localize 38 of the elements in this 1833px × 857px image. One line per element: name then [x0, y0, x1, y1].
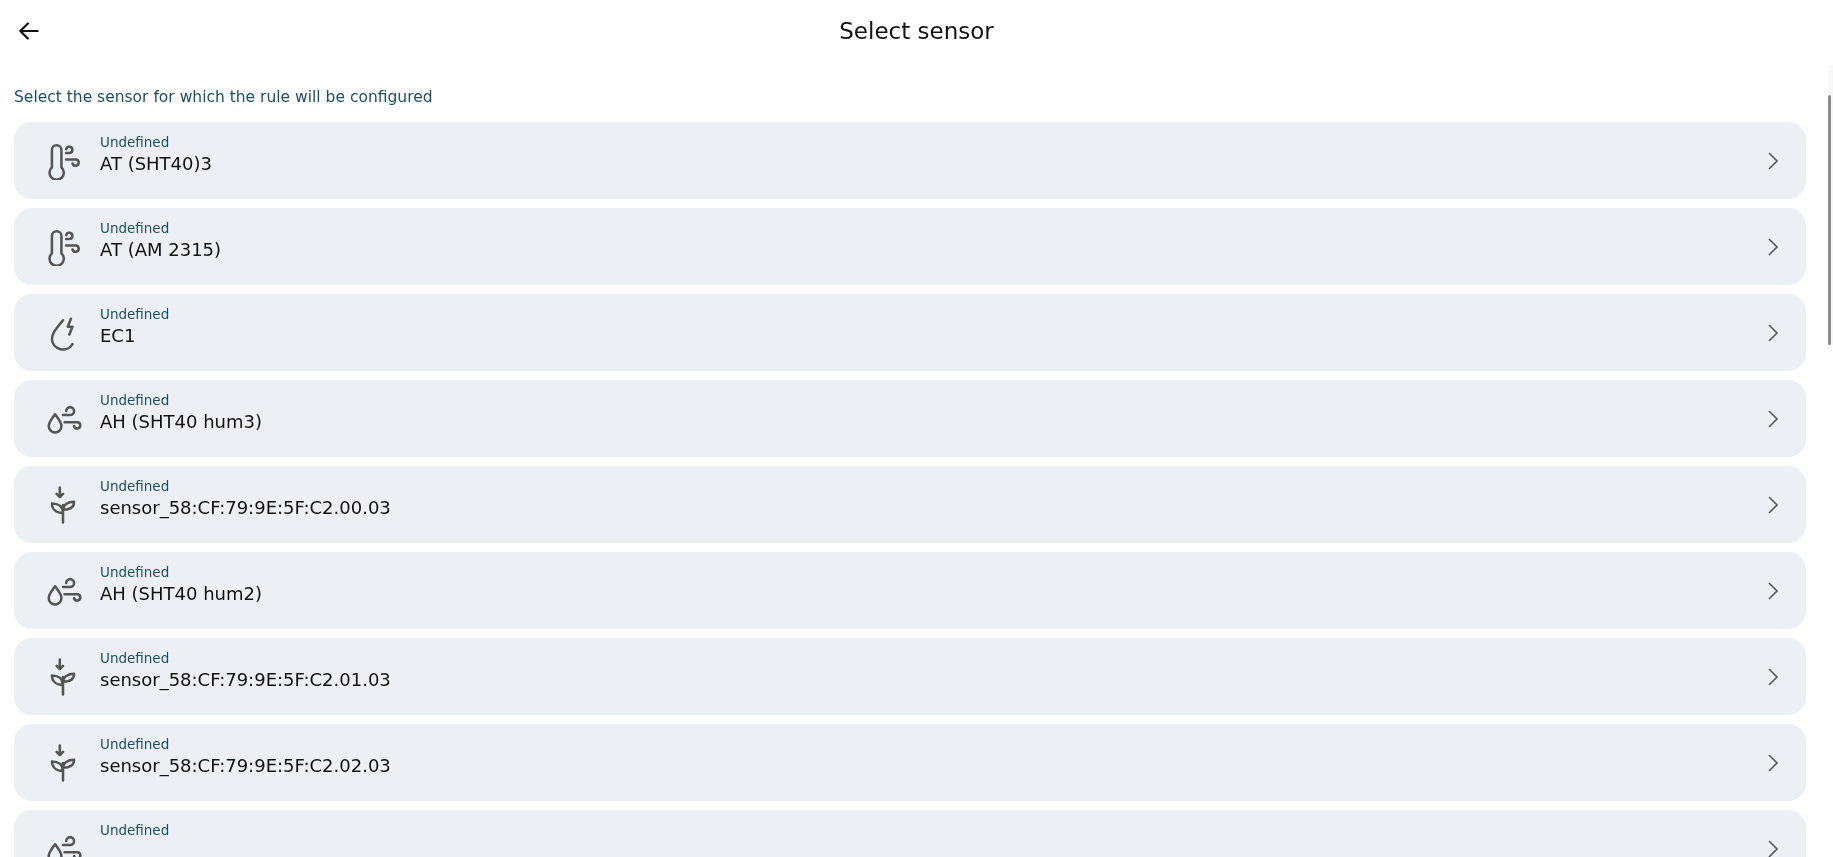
sensor-status: Undefined — [100, 736, 171, 753]
sensor-status: Undefined — [100, 564, 171, 581]
sensor-status: Undefined — [100, 134, 171, 151]
sensor-list-item[interactable]: Undefined — [14, 810, 1806, 857]
chevron-right-icon — [1766, 149, 1780, 172]
chevron-right-icon — [1766, 579, 1780, 602]
sensor-status: Undefined — [100, 392, 171, 409]
chevron-right-icon — [1766, 837, 1780, 857]
sensor-name: sensor_58:CF:79:9E:5F:C2.01.03 — [100, 668, 392, 692]
chevron-right-icon — [1766, 665, 1780, 688]
chevron-right-icon — [1766, 493, 1780, 516]
sensor-name: sensor_58:CF:79:9E:5F:C2.00.03 — [100, 496, 392, 520]
sensor-name: sensor_58:CF:79:9E:5F:C2.02.03 — [100, 754, 392, 778]
sensor-list-item[interactable]: Undefined AH (SHT40 hum2) — [14, 552, 1806, 629]
chevron-right-icon — [1766, 321, 1780, 344]
sensor-status: Undefined — [100, 478, 171, 495]
sensor-list-item[interactable]: Undefined sensor_58:CF:79:9E:5F:C2.02.03 — [14, 724, 1806, 801]
scrollbar[interactable] — [1828, 65, 1833, 345]
sensor-name: AT (SHT40)3 — [100, 152, 213, 176]
sensor-status: Undefined — [100, 220, 171, 237]
sensor-name: AH (SHT40 hum3) — [100, 410, 263, 434]
sensor-status: Undefined — [100, 650, 171, 667]
sensor-list-item[interactable]: Undefined AH (SHT40 hum3) — [14, 380, 1806, 457]
sensor-status: Undefined — [100, 306, 171, 323]
sensor-name: AT (AM 2315) — [100, 238, 223, 262]
sensor-list-item[interactable]: Undefined AT (SHT40)3 — [14, 122, 1806, 199]
sensor-status: Undefined — [100, 822, 171, 839]
chevron-right-icon — [1766, 235, 1780, 258]
sensor-list-item[interactable]: Undefined EC1 — [14, 294, 1806, 371]
page-title: Select sensor — [839, 18, 994, 44]
sensor-list-item[interactable]: Undefined sensor_58:CF:79:9E:5F:C2.00.03 — [14, 466, 1806, 543]
sensor-name: AH (SHT40 hum2) — [100, 582, 263, 606]
chevron-right-icon — [1766, 751, 1780, 774]
chevron-right-icon — [1766, 407, 1780, 430]
sensor-list-item[interactable]: Undefined AT (AM 2315) — [14, 208, 1806, 285]
sensor-list-item[interactable]: Undefined sensor_58:CF:79:9E:5F:C2.01.03 — [14, 638, 1806, 715]
sensor-name: EC1 — [100, 324, 137, 348]
instruction-text: Select the sensor for which the rule will be configured — [14, 88, 434, 106]
